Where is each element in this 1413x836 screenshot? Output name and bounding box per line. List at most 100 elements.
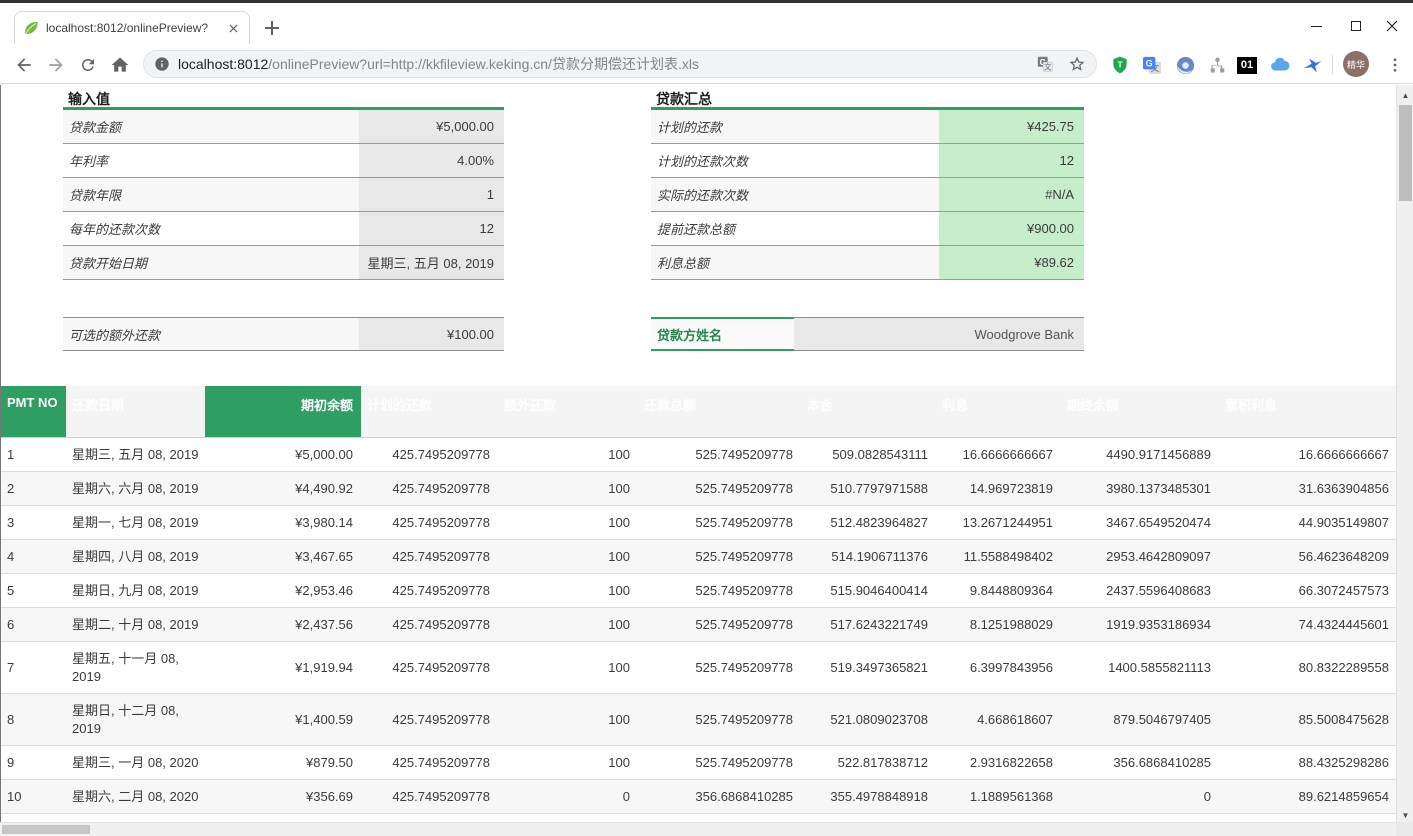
browser-menu-icon[interactable] (1383, 53, 1407, 77)
schedule-cell: 510.7797971588 (801, 472, 936, 505)
page-translate-icon[interactable]: G文 (1036, 55, 1054, 73)
url-path: /onlinePreview?url=http://kkfileview.kek… (268, 56, 699, 72)
schedule-cell: 425.7495209778 (361, 642, 498, 693)
schedule-cell: 4 (1, 540, 66, 573)
tampermonkey-shield-icon[interactable]: T (1108, 53, 1132, 77)
schedule-cell: ¥1,400.59 (205, 694, 361, 745)
schedule-cell: 100 (498, 642, 638, 693)
url-bar[interactable]: localhost:8012/onlinePreview?url=http://… (143, 50, 1097, 78)
vertical-scroll-thumb[interactable] (1399, 105, 1412, 201)
vertical-scrollbar[interactable]: ▲ ▼ (1396, 85, 1413, 825)
url-text: localhost:8012/onlinePreview?url=http://… (178, 54, 1036, 74)
summary-value: ¥425.75 (939, 110, 1084, 143)
input-label: 贷款开始日期 (63, 246, 359, 279)
schedule-cell: 525.7495209778 (638, 746, 801, 779)
schedule-cell: ¥2,953.46 (205, 574, 361, 607)
refresh-button[interactable] (76, 53, 100, 77)
bookmark-star-icon[interactable] (1068, 55, 1086, 73)
schedule-cell: 425.7495209778 (361, 608, 498, 641)
schedule-cell: 521.0809023708 (801, 694, 936, 745)
schedule-cell: 525.7495209778 (638, 438, 801, 471)
schedule-cell: 1919.9353186934 (1061, 608, 1219, 641)
schedule-cell: 星期二, 十月 08, 2019 (66, 608, 205, 641)
summary-row: 提前还款总额¥900.00 (651, 212, 1084, 246)
new-tab-button[interactable] (262, 18, 282, 38)
lender-value: Woodgrove Bank (794, 317, 1084, 351)
schedule-row: 9星期三, 一月 08, 2020¥879.50425.749520977810… (1, 746, 1396, 780)
schedule-header-cell: 期终余额 (1061, 386, 1219, 437)
google-translate-icon[interactable]: 文G (1140, 53, 1164, 77)
inputs-title: 输入值 (68, 89, 110, 109)
schedule-cell: 44.9035149807 (1219, 506, 1396, 539)
scroll-up-icon[interactable]: ▲ (1397, 87, 1413, 103)
schedule-cell: ¥2,437.56 (205, 608, 361, 641)
schedule-cell: 425.7495209778 (361, 694, 498, 745)
browser-tab[interactable]: localhost:8012/onlinePreview? (14, 11, 250, 44)
schedule-header-cell: 额外还款 (498, 386, 638, 437)
sitemap-icon[interactable] (1205, 53, 1229, 77)
schedule-cell: 2953.4642809097 (1061, 540, 1219, 573)
schedule-cell: 425.7495209778 (361, 438, 498, 471)
schedule-cell: 星期日, 十二月 08, 2019 (66, 694, 205, 745)
schedule-cell: 517.6243221749 (801, 608, 936, 641)
schedule-cell: 425.7495209778 (361, 506, 498, 539)
schedule-cell: 4.668618607 (936, 694, 1061, 745)
schedule-cell: 356.6868410285 (638, 780, 801, 813)
browser-window: localhost:8012/onlinePreview? loca (0, 0, 1413, 836)
schedule-cell: 100 (498, 540, 638, 573)
schedule-cell: 879.5046797405 (1061, 694, 1219, 745)
inputs-table: 贷款金额¥5,000.00年利率4.00%贷款年限1每年的还款次数12贷款开始日… (63, 110, 504, 280)
input-label: 每年的还款次数 (63, 212, 359, 245)
schedule-cell: 星期日, 九月 08, 2019 (66, 574, 205, 607)
schedule-cell: 星期三, 五月 08, 2019 (66, 438, 205, 471)
input-value: 4.00% (359, 144, 504, 177)
schedule-header-row: PMT NO还款日期期初余额计划的还款额外还款还款总额本金利息期终余额累积利息 (1, 386, 1396, 438)
schedule-cell: 355.4978848918 (801, 780, 936, 813)
window-minimize-button[interactable] (1299, 14, 1333, 38)
schedule-cell: 100 (498, 506, 638, 539)
swirl-icon[interactable] (1173, 53, 1197, 77)
schedule-cell: ¥4,490.92 (205, 472, 361, 505)
summary-label: 计划的还款次数 (651, 144, 939, 177)
profile-avatar[interactable]: 精华 (1343, 51, 1369, 77)
schedule-row: 6星期二, 十月 08, 2019¥2,437.56425.7495209778… (1, 608, 1396, 642)
schedule-cell: 89.6214859654 (1219, 780, 1396, 813)
input-label: 贷款金额 (63, 110, 359, 143)
page-info-icon[interactable] (154, 56, 170, 72)
schedule-row: 3星期一, 七月 08, 2019¥3,980.14425.7495209778… (1, 506, 1396, 540)
schedule-cell: 16.6666666667 (1219, 438, 1396, 471)
schedule-cell: 16.6666666667 (936, 438, 1061, 471)
01-badge[interactable]: 01 (1235, 53, 1259, 77)
window-close-button[interactable] (1375, 14, 1409, 38)
tab-close-icon[interactable] (225, 20, 241, 36)
horizontal-scroll-thumb[interactable] (2, 825, 90, 834)
summary-label: 计划的还款 (651, 110, 939, 143)
schedule-cell: 425.7495209778 (361, 574, 498, 607)
cloud-icon[interactable] (1268, 53, 1292, 77)
input-label: 贷款年限 (63, 178, 359, 211)
input-value: 12 (359, 212, 504, 245)
schedule-cell: ¥879.50 (205, 746, 361, 779)
schedule-cell: 509.0828543111 (801, 438, 936, 471)
schedule-header-cell: 期初余额 (205, 386, 361, 437)
schedule-header-cell: PMT NO (1, 386, 66, 437)
home-button[interactable] (108, 53, 132, 77)
input-label: 年利率 (63, 144, 359, 177)
schedule-row: 7星期五, 十一月 08, 2019¥1,919.94425.749520977… (1, 642, 1396, 694)
url-host: localhost:8012 (178, 56, 268, 72)
schedule-cell: 8.1251988029 (936, 608, 1061, 641)
schedule-cell: 星期四, 八月 08, 2019 (66, 540, 205, 573)
window-maximize-button[interactable] (1339, 14, 1373, 38)
input-row: 贷款年限1 (63, 178, 504, 212)
scroll-down-icon[interactable]: ▼ (1397, 807, 1413, 823)
schedule-row: 2星期六, 六月 08, 2019¥4,490.92425.7495209778… (1, 472, 1396, 506)
schedule-cell: 2.9316822658 (936, 746, 1061, 779)
forward-button[interactable] (44, 53, 68, 77)
horizontal-scrollbar[interactable] (0, 822, 1396, 836)
summary-value: 12 (939, 144, 1084, 177)
schedule-cell: 525.7495209778 (638, 642, 801, 693)
svg-text:G: G (1145, 58, 1152, 68)
back-button[interactable] (12, 53, 36, 77)
schedule-cell: 7 (1, 642, 66, 693)
bird-icon[interactable] (1300, 53, 1324, 77)
